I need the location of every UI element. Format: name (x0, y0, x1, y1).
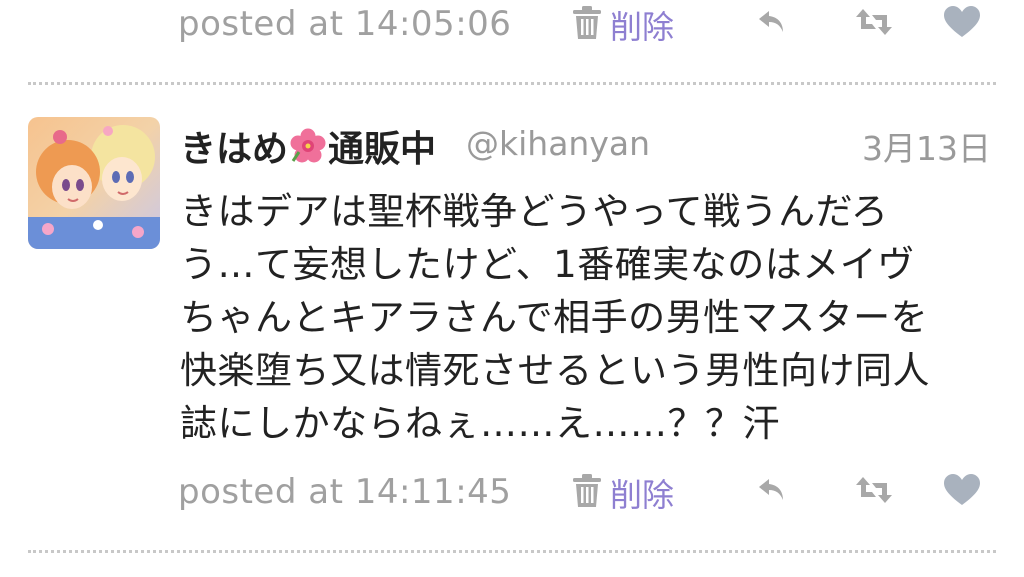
anime-girls-avatar (28, 117, 160, 249)
trash-icon (570, 5, 604, 45)
tweet-text-line: 誌にしかならねぇ……え……？？汗 (180, 402, 780, 445)
tweet-date[interactable]: 3月13日 (862, 122, 991, 170)
like-button[interactable] (942, 472, 982, 512)
delete-label: 削除 (610, 8, 675, 46)
heart-icon (943, 5, 981, 43)
tweet-text-line: ちゃんとキアラさんで相手の男性マスターを (180, 296, 929, 339)
delete-button[interactable]: 削除 (570, 470, 674, 516)
reply-button[interactable] (752, 4, 792, 44)
tweet-text: きはデアは聖杯戦争どうやって戦うんだろ う…て妄想したけど、1番確実なのはメイヴ… (180, 185, 1010, 450)
tweet-text-line: 快楽堕ち又は情死させるという男性向け同人 (180, 349, 930, 392)
reply-icon (755, 473, 789, 511)
reply-button[interactable] (752, 472, 792, 512)
tweet-text-line: きはデアは聖杯戦争どうやって戦うんだろ (180, 190, 889, 233)
user-handle[interactable]: @kihanyan (466, 124, 650, 163)
user-display-name[interactable]: きはめ 通販中 (180, 120, 436, 172)
tweet-meta-row: posted at 14:05:06 削除 (178, 0, 998, 56)
user-avatar[interactable] (28, 117, 160, 249)
tweet-divider (28, 82, 996, 85)
posted-timestamp: posted at 14:05:06 (178, 4, 512, 44)
tweet-divider (28, 550, 996, 553)
retweet-button[interactable] (854, 472, 894, 512)
like-button[interactable] (942, 4, 982, 44)
reply-icon (755, 5, 789, 43)
hibiscus-flower-icon (290, 128, 326, 164)
tweet-header: きはめ 通販中 @kihanyan 3月13日 (180, 118, 995, 170)
display-name-part2: 通販中 (328, 129, 437, 170)
tweet-text-line: う…て妄想したけど、1番確実なのはメイヴ (180, 243, 915, 286)
heart-icon (943, 473, 981, 511)
retweet-button[interactable] (854, 4, 894, 44)
retweet-icon (854, 5, 894, 43)
tweet-meta-row: posted at 14:11:45 削除 (178, 468, 998, 524)
delete-button[interactable]: 削除 (570, 2, 674, 48)
trash-icon (570, 473, 604, 513)
tweet-timeline: posted at 14:05:06 削除 きはめ 通販中 @kihanyan … (0, 0, 1024, 577)
delete-label: 削除 (610, 476, 675, 514)
display-name-part1: きはめ (180, 129, 289, 170)
retweet-icon (854, 473, 894, 511)
posted-timestamp: posted at 14:11:45 (178, 472, 512, 512)
